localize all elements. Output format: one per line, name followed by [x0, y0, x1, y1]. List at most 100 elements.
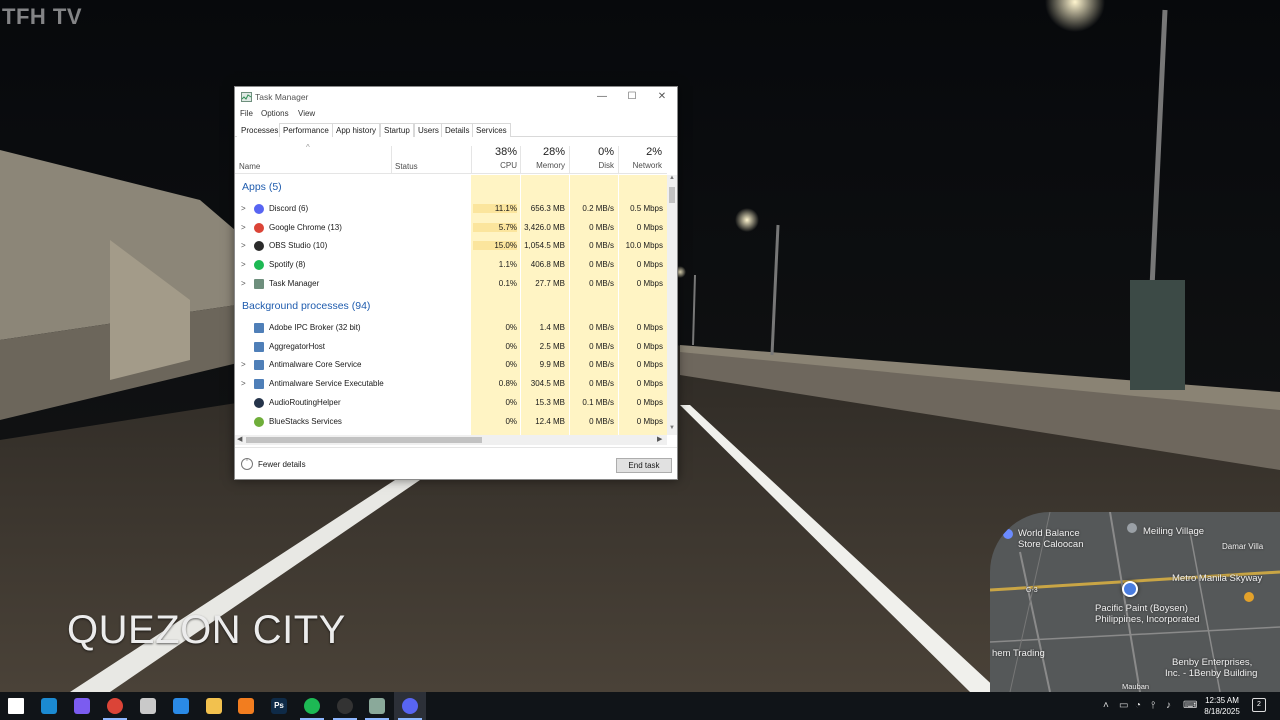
maximize-button[interactable]: ☐	[617, 87, 647, 107]
scroll-left-icon[interactable]: ◀	[237, 435, 242, 443]
process-network-value: 10.0 Mbps	[625, 241, 663, 251]
taskbar-button-edge[interactable]	[33, 692, 65, 720]
process-memory-value: 12.4 MB	[535, 416, 565, 426]
minimize-button[interactable]: —	[587, 87, 617, 107]
close-button[interactable]: ✕	[647, 87, 677, 107]
expand-chevron-icon[interactable]: >	[241, 223, 246, 232]
horizontal-scroll-thumb[interactable]	[246, 437, 482, 443]
process-row[interactable]: > Antimalware Service Executable 0.8% 304.5…	[235, 375, 667, 394]
task-manager-window[interactable]: Task Manager — ☐ ✕ File Options View Pro…	[234, 86, 678, 480]
process-row[interactable]: > Google Chrome (13) 5.7% 3,426.0 MB 0 MB/s 0…	[235, 219, 667, 238]
process-network-value: 0 Mbps	[636, 341, 663, 351]
bluestacks-icon	[254, 416, 264, 427]
process-row[interactable]: Adobe IPC Broker (32 bit) 0% 1.4 MB 0 MB/s 0…	[235, 319, 667, 338]
column-header: ^ Name Status 38% CPU 28% Memory 0% Disk…	[235, 137, 667, 174]
wifi-icon[interactable]: ◔	[1135, 700, 1141, 711]
taskbar-button-spotify[interactable]	[296, 692, 328, 720]
process-cpu-value: 15.0%	[473, 241, 517, 251]
tab-details[interactable]: Details	[441, 123, 474, 137]
process-row[interactable]: > Antimalware Core Service 0% 9.9 MB 0 MB/s 0…	[235, 356, 667, 375]
microphone-icon[interactable]: ⫯	[1151, 700, 1155, 711]
process-row[interactable]: AggregatorHost 0% 2.5 MB 0 MB/s 0 Mbps	[235, 338, 667, 357]
chevron-up-icon[interactable]: ˄	[1103, 700, 1109, 711]
column-cpu[interactable]: 38% CPU	[469, 146, 517, 170]
notification-center-icon[interactable]: 2	[1252, 698, 1266, 712]
taskbar-button-chrome-profile[interactable]	[132, 692, 164, 720]
expand-chevron-icon[interactable]: >	[241, 204, 246, 213]
process-row[interactable]: > Task Manager 0.1% 27.7 MB 0 MB/s 0 Mbps	[235, 275, 667, 294]
title-bar[interactable]: Task Manager — ☐ ✕	[235, 87, 677, 107]
app-window-icon	[254, 379, 264, 390]
column-name[interactable]: Name	[239, 162, 260, 171]
taskbar-button-task-manager[interactable]	[361, 692, 393, 720]
taskbar-button-obs[interactable]	[329, 692, 361, 720]
column-status[interactable]: Status	[395, 162, 418, 171]
taskbar-button-sublime[interactable]	[230, 692, 262, 720]
expand-chevron-icon[interactable]: >	[241, 260, 246, 269]
tab-performance[interactable]: Performance	[279, 123, 333, 137]
map-label: Inc. - 1Benby Building	[1165, 668, 1258, 679]
discord-icon	[402, 698, 418, 714]
chevron-up-icon[interactable]: ˆ	[241, 458, 253, 470]
group-header-background[interactable]: Background processes (94)	[242, 300, 370, 312]
minimap: World Balance Store Caloocan Meiling Vil…	[990, 512, 1280, 692]
process-network-value: 0.5 Mbps	[630, 204, 663, 213]
menu-view[interactable]: View	[298, 109, 315, 118]
taskbar-button-chrome[interactable]	[99, 692, 131, 720]
horizontal-scrollbar[interactable]: ◀ ▶	[235, 435, 667, 445]
tab-app-history[interactable]: App history	[332, 123, 381, 137]
process-row[interactable]: > Discord (6) 11.1% 656.3 MB 0.2 MB/s 0.5 Mbp…	[235, 200, 667, 219]
menu-file[interactable]: File	[240, 109, 253, 118]
speaker-icon[interactable]: ♪	[1166, 700, 1171, 711]
tab-services[interactable]: Services	[472, 123, 511, 137]
process-list[interactable]: Apps (5) Background processes (94) > Disc…	[235, 175, 667, 435]
scroll-up-icon[interactable]: ▲	[667, 175, 677, 185]
tab-processes[interactable]: Processes	[237, 123, 283, 137]
tab-startup[interactable]: Startup	[380, 123, 414, 137]
taskbar-button-file-explorer[interactable]	[198, 692, 230, 720]
scroll-right-icon[interactable]: ▶	[657, 435, 662, 443]
memory-total: 28%	[542, 146, 565, 158]
process-disk-value: 0 MB/s	[589, 260, 614, 270]
column-memory[interactable]: 28% Memory	[517, 146, 565, 170]
process-cpu-value: 11.1%	[473, 204, 517, 213]
process-memory-value: 406.8 MB	[530, 260, 565, 270]
chrome-icon	[107, 698, 123, 714]
map-label: Meiling Village	[1143, 526, 1205, 537]
window-title: Task Manager	[255, 92, 309, 102]
taskbar-button-copilot[interactable]	[66, 692, 98, 720]
process-name: Discord (6)	[269, 204, 309, 213]
vertical-scrollbar[interactable]: ▲ ▼	[667, 175, 677, 435]
taskbar-button-photoshop[interactable]: Ps	[263, 692, 295, 720]
process-memory-value: 15.3 MB	[535, 397, 565, 407]
taskbar-button-discord[interactable]	[394, 692, 426, 720]
app-window-icon	[254, 323, 264, 333]
process-network-value: 0 Mbps	[636, 379, 663, 389]
fewer-details-link[interactable]: Fewer details	[258, 460, 306, 469]
process-row[interactable]: > OBS Studio (10) 15.0% 1,054.5 MB 0 MB/s 10.…	[235, 237, 667, 256]
expand-chevron-icon[interactable]: >	[241, 279, 246, 288]
scroll-down-icon[interactable]: ▼	[667, 425, 677, 435]
process-row[interactable]: > Spotify (8) 1.1% 406.8 MB 0 MB/s 0 Mbps	[235, 256, 667, 275]
store-pin-icon	[1003, 529, 1013, 539]
column-disk[interactable]: 0% Disk	[566, 146, 614, 170]
menu-options[interactable]: Options	[261, 109, 289, 118]
expand-chevron-icon[interactable]: >	[241, 360, 246, 369]
taskbar-button-start[interactable]	[0, 692, 32, 720]
taskbar-button-vscode[interactable]	[165, 692, 197, 720]
expand-chevron-icon[interactable]: >	[241, 379, 246, 388]
expand-chevron-icon[interactable]: >	[241, 241, 246, 250]
monitor-icon[interactable]: ▭	[1119, 700, 1128, 711]
process-disk-value: 0 MB/s	[589, 241, 614, 251]
process-row[interactable]: BlueStacks Services 0% 12.4 MB 0 MB/s 0 Mbps	[235, 413, 667, 432]
column-network[interactable]: 2% Network	[614, 146, 662, 170]
tab-users[interactable]: Users	[414, 123, 443, 137]
group-header-apps[interactable]: Apps (5)	[242, 181, 282, 193]
system-clock[interactable]: 12:35 AM 8/18/2025	[1196, 695, 1248, 717]
vertical-scroll-thumb[interactable]	[669, 187, 675, 203]
end-task-button[interactable]: End task	[616, 458, 672, 473]
shop-pin-icon	[1244, 592, 1254, 602]
process-row[interactable]: AudioRoutingHelper 0% 15.3 MB 0.1 MB/s 0 Mbp…	[235, 394, 667, 413]
chrome-icon	[254, 222, 264, 233]
place-pin-icon	[1127, 523, 1137, 533]
